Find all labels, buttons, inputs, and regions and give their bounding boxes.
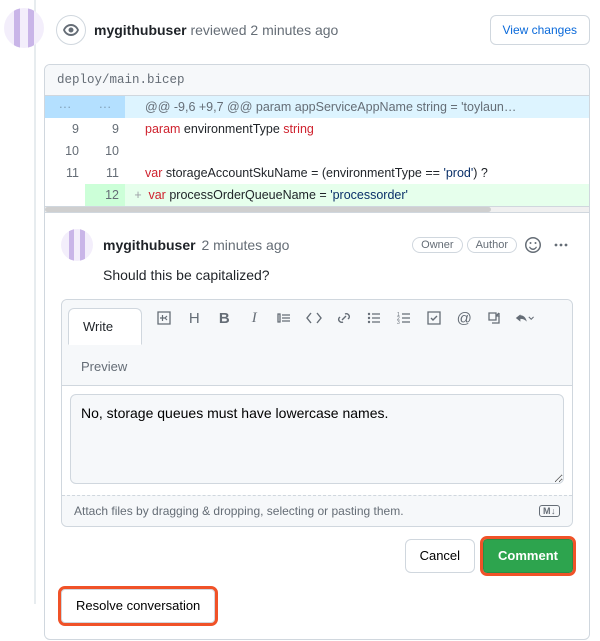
cancel-button[interactable]: Cancel: [405, 539, 475, 573]
diff-table: ······@@ -9,6 +9,7 @@ param appServiceAp…: [45, 96, 589, 206]
comment-button[interactable]: Comment: [483, 539, 573, 573]
review-timeline-badge: [56, 15, 86, 45]
diff-row[interactable]: 99param environmentType string: [45, 118, 589, 140]
ordered-list-icon[interactable]: 123: [394, 308, 414, 328]
smiley-icon: [525, 237, 541, 253]
cross-reference-icon[interactable]: [484, 308, 504, 328]
commenter-avatar[interactable]: [61, 229, 93, 261]
eye-icon: [63, 22, 79, 38]
reply-textarea[interactable]: [70, 394, 564, 484]
link-icon[interactable]: [334, 308, 354, 328]
tab-preview[interactable]: Preview: [66, 344, 142, 385]
suggestion-icon[interactable]: [154, 308, 174, 328]
heading-icon[interactable]: H: [184, 308, 204, 328]
italic-icon[interactable]: I: [244, 308, 264, 328]
tasklist-icon[interactable]: [424, 308, 444, 328]
diff-file-path[interactable]: deploy/main.bicep: [45, 65, 589, 96]
saved-replies-icon[interactable]: [514, 308, 534, 328]
review-summary: mygithubuser reviewed 2 minutes ago: [94, 22, 338, 38]
diff-container: deploy/main.bicep ······@@ -9,6 +9,7 @@ …: [44, 64, 590, 640]
attach-hint[interactable]: Attach files by dragging & dropping, sel…: [62, 495, 572, 526]
mention-icon[interactable]: @: [454, 308, 474, 328]
diff-row[interactable]: 1010: [45, 140, 589, 162]
kebab-menu[interactable]: [549, 233, 573, 257]
emoji-reaction-button[interactable]: [521, 233, 545, 257]
comment-meta: mygithubuser 2 minutes ago: [103, 237, 289, 253]
code-icon[interactable]: [304, 308, 324, 328]
reply-editor: Write Preview H B I: [61, 299, 573, 527]
diff-row[interactable]: 12+ var processOrderQueueName = 'process…: [45, 184, 589, 206]
quote-icon[interactable]: [274, 308, 294, 328]
tab-write[interactable]: Write: [68, 308, 142, 345]
owner-badge: Owner: [412, 237, 462, 253]
bold-icon[interactable]: B: [214, 308, 234, 328]
comment-body: Should this be capitalized?: [103, 267, 573, 283]
view-changes-button[interactable]: View changes: [490, 15, 591, 45]
author-badge: Author: [467, 237, 517, 253]
reviewer-avatar[interactable]: [4, 8, 44, 48]
markdown-icon[interactable]: M↓: [539, 505, 560, 517]
diff-row[interactable]: 1111var storageAccountSkuName = (environ…: [45, 162, 589, 184]
unordered-list-icon[interactable]: [364, 308, 384, 328]
resolve-conversation-button[interactable]: Resolve conversation: [61, 589, 215, 623]
svg-text:3: 3: [397, 320, 400, 326]
kebab-icon: [553, 237, 569, 253]
